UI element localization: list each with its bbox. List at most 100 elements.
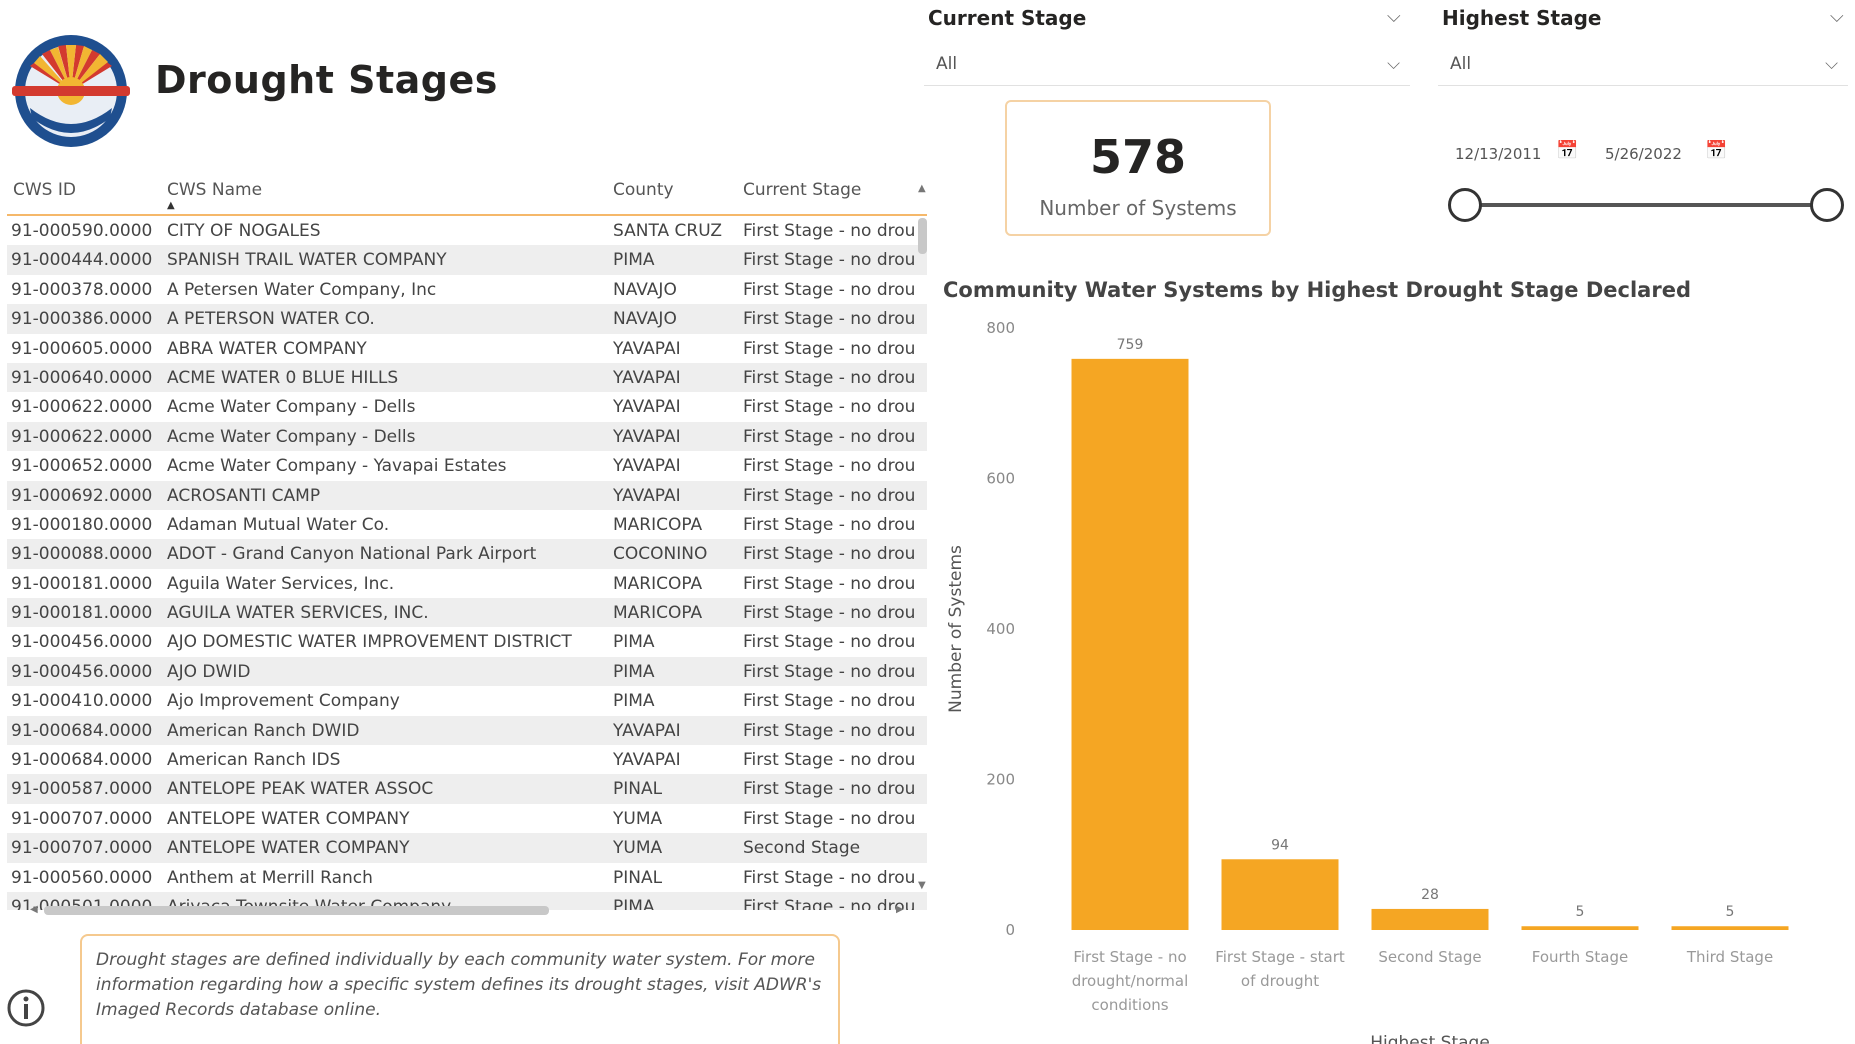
column-header-current-stage[interactable]: Current Stage [743, 180, 861, 200]
bar-data-label: 28 [1421, 887, 1439, 903]
info-icon[interactable] [6, 988, 46, 1028]
calendar-icon[interactable]: 📅 [1705, 140, 1727, 161]
cell-cws-name: SPANISH TRAIL WATER COMPANY [167, 250, 447, 271]
column-header-county[interactable]: County [613, 180, 674, 200]
arizona-state-seal-logo [12, 35, 130, 147]
table-row[interactable]: 91-000456.0000 AJO DOMESTIC WATER IMPROVE… [7, 627, 927, 656]
table-row[interactable]: 91-000181.0000 Aguila Water Services, Inc… [7, 569, 927, 598]
cell-cws-name: ANTELOPE PEAK WATER ASSOC [167, 779, 434, 800]
column-header-cws-id[interactable]: CWS ID [13, 180, 76, 200]
chevron-down-icon[interactable]: ⌵ [1387, 6, 1401, 27]
end-date-input[interactable]: 5/26/2022 [1605, 138, 1682, 170]
cell-cws-id: 91-000590.0000 [11, 221, 153, 241]
scroll-up-icon[interactable]: ▲ [918, 183, 926, 194]
cell-current-stage: First Stage - no drou [743, 867, 916, 888]
cell-current-stage: First Stage - no drou [743, 544, 916, 565]
cell-county: MARICOPA [613, 514, 703, 535]
cell-county: PIMA [613, 250, 655, 271]
cell-current-stage: First Stage - no drou [743, 456, 916, 477]
cell-cws-id: 91-000587.0000 [11, 779, 153, 800]
bar-data-label: 5 [1576, 904, 1585, 920]
cell-cws-name: CITY OF NOGALES [167, 221, 321, 241]
date-range-track[interactable] [1465, 203, 1827, 207]
kpi-card: 578 Number of Systems [1005, 100, 1271, 236]
table-row[interactable]: 91-000590.0000 CITY OF NOGALES SANTA CRUZ F… [7, 216, 927, 245]
cell-cws-id: 91-000378.0000 [11, 279, 153, 300]
table-row[interactable]: 91-000692.0000 ACROSANTI CAMP YAVAPAI First… [7, 480, 927, 510]
cell-county: MARICOPA [613, 603, 703, 624]
cell-county: YAVAPAI [613, 720, 681, 741]
table-row[interactable]: 91-000684.0000 American Ranch DWID YAVAPAI… [7, 715, 927, 746]
table-row[interactable]: 91-000622.0000 Acme Water Company - Dells… [7, 392, 927, 421]
cell-current-stage: First Stage - no drou [743, 896, 916, 910]
highest-stage-dropdown[interactable]: All ⌵ [1438, 42, 1848, 86]
cell-cws-id: 91-000456.0000 [11, 661, 153, 682]
table-row[interactable]: 91-000560.0000 Anthem at Merrill Ranch PIN… [7, 863, 927, 892]
cell-current-stage: Second Stage [743, 838, 861, 859]
x-tick-label: Third Stage [1686, 948, 1773, 966]
cell-current-stage: First Stage - no drou [743, 779, 916, 800]
calendar-icon[interactable]: 📅 [1556, 140, 1578, 161]
cell-cws-name: Adaman Mutual Water Co. [167, 514, 390, 535]
cell-current-stage: First Stage - no drou [743, 279, 916, 300]
cell-cws-name: ANTELOPE WATER COMPANY [167, 838, 410, 859]
cell-cws-name: ANTELOPE WATER COMPANY [167, 808, 410, 829]
table-row[interactable]: 91-000088.0000 ADOT - Grand Canyon Nation… [7, 539, 927, 569]
bar [1521, 926, 1639, 930]
date-range-start-handle[interactable] [1448, 188, 1482, 222]
scroll-left-icon[interactable]: ◀ [30, 904, 38, 915]
cell-cws-id: 91-000707.0000 [11, 838, 153, 859]
table-row[interactable]: 91-000640.0000 ACME WATER 0 BLUE HILLS YAV… [7, 362, 927, 393]
cell-county: PINAL [613, 867, 663, 888]
cell-cws-id: 91-000181.0000 [11, 573, 153, 594]
scroll-right-icon[interactable]: ▶ [896, 904, 904, 915]
table-row[interactable]: 91-000386.0000 A PETERSON WATER CO. NAVAJO… [7, 304, 927, 334]
start-date-input[interactable]: 12/13/2011 [1455, 138, 1541, 170]
cell-current-stage: First Stage - no drou [743, 661, 916, 682]
table-row[interactable]: 91-000444.0000 SPANISH TRAIL WATER COMPAN… [7, 245, 927, 275]
cell-cws-id: 91-000456.0000 [11, 632, 153, 653]
chevron-down-icon[interactable]: ⌵ [1830, 6, 1844, 27]
cell-cws-id: 91-000560.0000 [11, 867, 153, 888]
cell-current-stage: First Stage - no drou [743, 808, 916, 829]
cell-current-stage: First Stage - no drou [743, 367, 916, 388]
column-header-cws-name[interactable]: CWS Name [167, 180, 262, 200]
table-row[interactable]: 91-000587.0000 ANTELOPE PEAK WATER ASSOC P… [7, 774, 927, 804]
cell-cws-name: A Petersen Water Company, Inc [167, 279, 437, 300]
cell-county: YAVAPAI [613, 367, 681, 388]
table-row[interactable]: 91-000684.0000 American Ranch IDS YAVAPAI F… [7, 745, 927, 774]
cell-current-stage: First Stage - no drou [743, 573, 916, 594]
table-row[interactable]: 91-000605.0000 ABRA WATER COMPANY YAVAPAI F… [7, 334, 927, 363]
cell-cws-id: 91-000180.0000 [11, 514, 153, 535]
cell-county: YAVAPAI [613, 397, 681, 418]
vertical-scrollbar-thumb[interactable] [918, 218, 927, 254]
cell-county: MARICOPA [613, 573, 703, 594]
x-tick-label: First Stage - start [1215, 948, 1345, 966]
horizontal-scrollbar-thumb[interactable] [44, 906, 549, 915]
cell-cws-id: 91-000622.0000 [11, 426, 153, 447]
current-stage-dropdown[interactable]: All ⌵ [924, 42, 1410, 86]
table-row[interactable]: 91-000707.0000 ANTELOPE WATER COMPANY YUMA… [7, 833, 927, 863]
table-row[interactable]: 91-000622.0000 Acme Water Company - Dells… [7, 421, 927, 452]
cell-cws-name: American Ranch IDS [167, 750, 341, 771]
cell-county: YUMA [613, 808, 663, 829]
table-row[interactable]: 91-000181.0000 AGUILA WATER SERVICES, INC… [7, 598, 927, 628]
cell-county: PIMA [613, 691, 655, 712]
cell-current-stage: First Stage - no drou [743, 691, 916, 712]
date-range-end-handle[interactable] [1810, 188, 1844, 222]
table-row[interactable]: 91-000707.0000 ANTELOPE WATER COMPANY YUMA… [7, 804, 927, 833]
table-row[interactable]: 91-000180.0000 Adaman Mutual Water Co. MAR… [7, 510, 927, 539]
cell-county: YAVAPAI [613, 456, 681, 477]
y-tick-label: 400 [986, 620, 1015, 638]
cell-cws-id: 91-000640.0000 [11, 367, 153, 388]
table-row[interactable]: 91-000410.0000 Ajo Improvement Company PIM… [7, 686, 927, 715]
cell-cws-name: Acme Water Company - Yavapai Estates [167, 456, 507, 477]
table-row[interactable]: 91-000652.0000 Acme Water Company - Yavap… [7, 451, 927, 480]
cell-county: YAVAPAI [613, 485, 681, 506]
chart-title: Community Water Systems by Highest Droug… [943, 278, 1691, 302]
cell-cws-name: AGUILA WATER SERVICES, INC. [167, 603, 429, 624]
cell-cws-id: 91-000605.0000 [11, 338, 153, 359]
table-row[interactable]: 91-000378.0000 A Petersen Water Company, … [7, 275, 927, 304]
table-row[interactable]: 91-000456.0000 AJO DWID PIMA First Stage - … [7, 656, 927, 687]
scroll-down-icon[interactable]: ▼ [918, 880, 926, 891]
